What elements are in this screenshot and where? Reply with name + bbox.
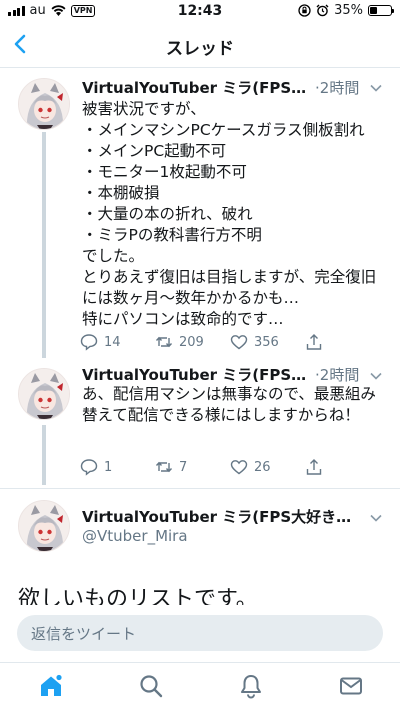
battery-icon	[368, 5, 394, 16]
status-bar: au VPN 12:43 35%	[0, 0, 400, 22]
share-icon	[306, 334, 322, 350]
notifications-icon[interactable]	[238, 673, 264, 699]
tweet-header: VirtualYouTuber ミラ(FPS大… · 2時間	[82, 364, 386, 385]
avatar[interactable]	[18, 500, 70, 552]
tweet-author-name[interactable]: VirtualYouTuber ミラ(FPS大…	[82, 77, 312, 98]
tweet-2[interactable]: VirtualYouTuber ミラ(FPS大… · 2時間 あ、配信用マシンは…	[0, 364, 400, 488]
retweet-button[interactable]: 209	[155, 333, 230, 351]
share-button[interactable]	[305, 333, 380, 351]
tweet-handle[interactable]: @Vtuber_Mira	[82, 527, 188, 545]
battery-percent: 35%	[334, 3, 363, 18]
home-icon[interactable]	[38, 673, 64, 699]
tweet-time: 2時間	[319, 79, 360, 97]
like-count: 26	[254, 459, 271, 475]
tweet-time: 2時間	[319, 366, 360, 384]
tweet-actions: 1 7 26	[80, 458, 380, 476]
tweet-header: VirtualYouTuber ミラ(FPS大… · 2時間	[82, 77, 386, 98]
tweet-author-name[interactable]: VirtualYouTuber ミラ(FPS大好き…	[82, 506, 351, 527]
heart-icon	[230, 335, 248, 350]
tweet-header: VirtualYouTuber ミラ(FPS大好き…	[82, 506, 386, 527]
search-icon[interactable]	[138, 673, 164, 699]
chevron-down-icon[interactable]	[370, 372, 382, 380]
retweet-count: 7	[179, 459, 188, 475]
orientation-lock-icon	[298, 4, 311, 17]
status-right: 35%	[298, 3, 394, 18]
avatar-image	[19, 369, 69, 419]
nav-bar: スレッド	[0, 22, 400, 68]
tweet-text: 被害状況ですが、 ・メインマシンPCケースガラス側板割れ ・メインPC起動不可 …	[82, 100, 377, 328]
tab-bar	[0, 662, 400, 711]
alarm-icon	[316, 4, 329, 17]
heart-icon	[230, 460, 248, 475]
retweet-button[interactable]: 7	[155, 458, 230, 476]
reply-count: 14	[104, 334, 121, 350]
messages-icon[interactable]	[338, 673, 364, 699]
retweet-count: 209	[179, 334, 204, 350]
tweet-author-name[interactable]: VirtualYouTuber ミラ(FPS大…	[82, 364, 312, 385]
battery-fill	[370, 7, 377, 14]
avatar[interactable]	[18, 368, 70, 420]
like-button[interactable]: 26	[230, 458, 305, 476]
retweet-icon	[155, 461, 173, 473]
page-title: スレッド	[166, 39, 234, 59]
reply-icon	[80, 334, 98, 351]
tweet-1[interactable]: VirtualYouTuber ミラ(FPS大… · 2時間 被害状況ですが、 …	[0, 68, 400, 364]
reply-icon	[80, 459, 98, 476]
tweet-actions: 14 209 356	[80, 333, 380, 351]
share-icon	[306, 459, 322, 475]
avatar[interactable]	[18, 78, 70, 130]
reply-count: 1	[104, 459, 113, 475]
retweet-icon	[155, 336, 173, 348]
tweet-text: あ、配信用マシンは無事なので、最悪組み替えて配信できる様にはしますからね！	[82, 385, 376, 424]
reply-button[interactable]: 1	[80, 458, 155, 476]
like-button[interactable]: 356	[230, 333, 305, 351]
chevron-down-icon[interactable]	[370, 514, 382, 522]
like-count: 356	[254, 334, 279, 350]
reply-button[interactable]: 14	[80, 333, 155, 351]
reply-bar: 返信をツイート	[0, 605, 400, 662]
avatar-image	[19, 79, 69, 129]
share-button[interactable]	[305, 458, 380, 476]
reply-input[interactable]: 返信をツイート	[17, 615, 383, 651]
chevron-down-icon[interactable]	[370, 84, 382, 92]
avatar-image	[19, 501, 69, 551]
